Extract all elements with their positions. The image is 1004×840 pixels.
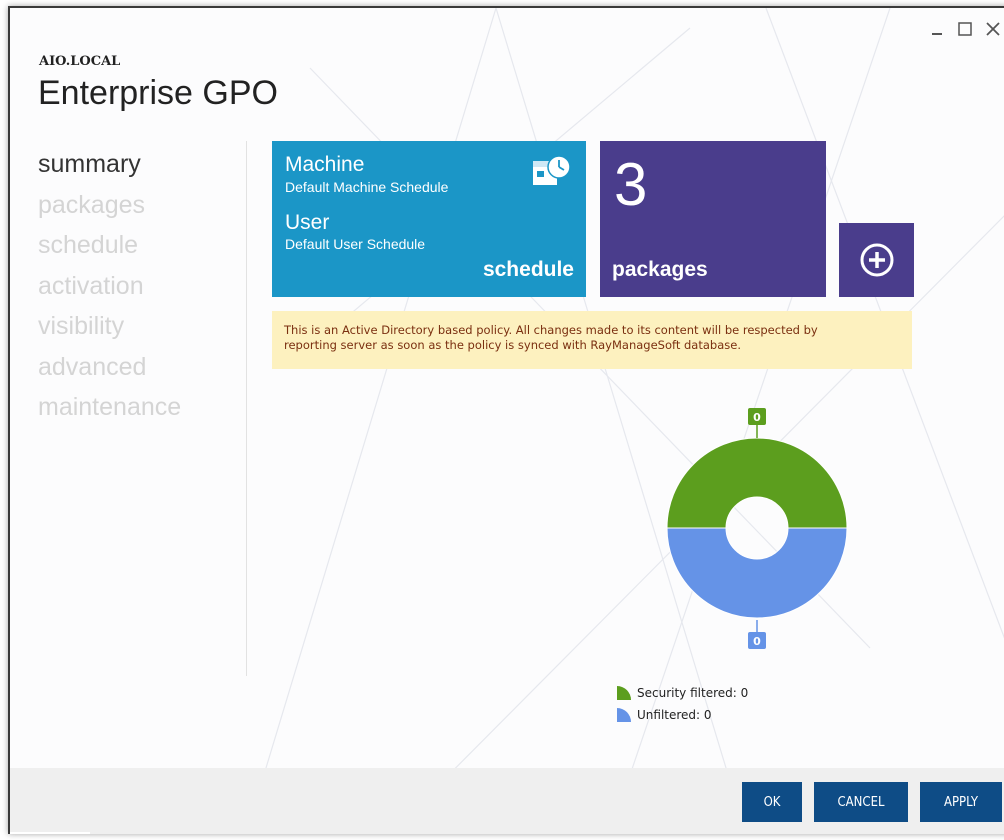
nav-item-summary[interactable]: summary bbox=[38, 144, 181, 185]
legend-label-security-filtered: Security filtered: 0 bbox=[637, 686, 749, 700]
legend-item-security-filtered: Security filtered: 0 bbox=[617, 682, 748, 704]
machine-label: Machine bbox=[285, 153, 365, 176]
nav-divider bbox=[246, 141, 247, 676]
unfiltered-value-label: 0 bbox=[753, 635, 761, 648]
minimize-button[interactable] bbox=[926, 18, 948, 40]
nav-item-visibility[interactable]: visibility bbox=[38, 306, 181, 347]
plus-circle-icon bbox=[860, 243, 893, 277]
legend-label-unfiltered: Unfiltered: 0 bbox=[637, 708, 712, 722]
dialog-window: AIO.LOCAL Enterprise GPO summary package… bbox=[8, 6, 1004, 834]
close-icon bbox=[986, 22, 1000, 36]
schedule-tile[interactable]: Machine Default Machine Schedule User De… bbox=[272, 141, 586, 297]
side-nav: summary packages schedule activation vis… bbox=[38, 144, 181, 428]
add-package-button[interactable] bbox=[839, 223, 914, 297]
calendar-clock-icon bbox=[533, 155, 571, 185]
ad-policy-notice: This is an Active Directory based policy… bbox=[272, 311, 912, 369]
packages-count: 3 bbox=[614, 151, 648, 218]
close-button[interactable] bbox=[982, 18, 1004, 40]
notice-line-2: reporting server as soon as the policy i… bbox=[284, 338, 741, 352]
ok-button[interactable]: OK bbox=[742, 782, 802, 822]
packages-tile[interactable]: 3 packages bbox=[600, 141, 826, 297]
notice-line-1: This is an Active Directory based policy… bbox=[284, 323, 818, 337]
dialog-footer: OK CANCEL APPLY bbox=[10, 768, 1004, 834]
machine-schedule-value: Default Machine Schedule bbox=[285, 179, 449, 195]
nav-item-advanced[interactable]: advanced bbox=[38, 347, 181, 388]
nav-item-activation[interactable]: activation bbox=[38, 266, 181, 307]
apply-button[interactable]: APPLY bbox=[920, 782, 1002, 822]
nav-item-schedule[interactable]: schedule bbox=[38, 225, 181, 266]
maximize-button[interactable] bbox=[954, 18, 976, 40]
nav-item-packages[interactable]: packages bbox=[38, 185, 181, 226]
legend-item-unfiltered: Unfiltered: 0 bbox=[617, 704, 748, 726]
legend-swatch-green bbox=[617, 686, 631, 700]
window-title: Enterprise GPO bbox=[38, 74, 278, 112]
window-controls bbox=[926, 18, 1004, 40]
user-schedule-value: Default User Schedule bbox=[285, 236, 426, 252]
filter-donut-chart: 0 0 bbox=[666, 408, 848, 649]
nav-item-maintenance[interactable]: maintenance bbox=[38, 387, 181, 428]
footer-accent bbox=[10, 832, 90, 834]
security-filtered-value-label: 0 bbox=[753, 411, 761, 424]
user-label: User bbox=[285, 211, 330, 234]
unfiltered-slice bbox=[666, 527, 848, 619]
packages-caption: packages bbox=[612, 258, 708, 281]
minimize-icon bbox=[932, 33, 942, 35]
window-subtitle: AIO.LOCAL bbox=[39, 54, 121, 69]
legend-swatch-blue bbox=[617, 708, 631, 722]
cancel-button[interactable]: CANCEL bbox=[814, 782, 908, 822]
security-filtered-slice bbox=[666, 437, 848, 529]
schedule-caption: schedule bbox=[482, 258, 574, 281]
chart-legend: Security filtered: 0 Unfiltered: 0 bbox=[617, 682, 748, 726]
maximize-icon bbox=[958, 22, 972, 36]
